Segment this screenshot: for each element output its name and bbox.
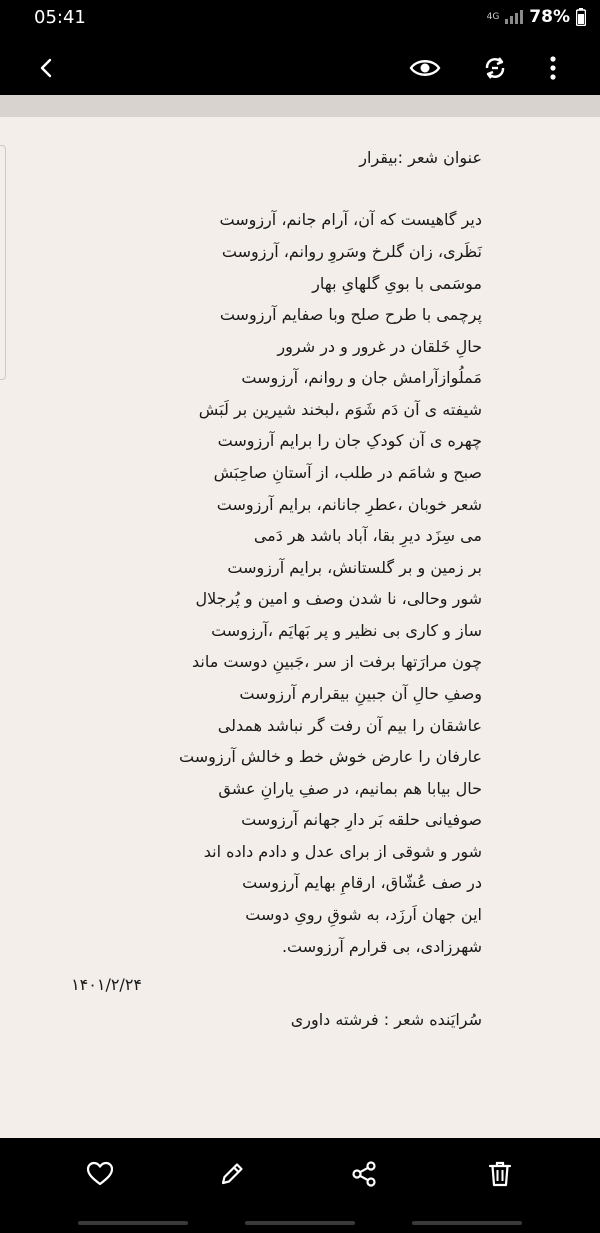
poem-line: عارفان را عارض خوش خط و خالش آرزوست [179,747,482,766]
nav-indicator [412,1221,522,1225]
network-type-label: 4G [486,11,500,22]
poem-line: در صف عُشّاق، ارقامِ بهایم آرزوست [242,873,482,892]
image-viewer: عنوان شعر :بیقرار دیر گاهیست که آن، آرام… [0,95,600,1138]
poem-line: دیر گاهیست که آن، آرام جانم، آرزوست [219,210,482,229]
poem-line: حالِ خَلقان در غرور و در شرور [277,337,482,356]
edit-pencil-icon [221,1163,243,1185]
status-bar: 05:41 4G 78% [0,0,600,40]
poem-line: این جهان اَرزَد، به شوقِ رویِ دوست [245,905,482,924]
poem-line: شور و شوقی از برای عدل و دادم داده اند [203,842,482,861]
favorite-button[interactable] [80,1154,120,1194]
poem-line: موسَمی با بویِ گلهایِ بهار [312,274,482,293]
poem-line: می سِزَد دیرِ بقا، آباد باشد هر دَمی [253,526,482,545]
trash-icon [488,1161,512,1187]
status-time: 05:41 [34,7,86,28]
top-app-bar [0,40,600,95]
poem-line: چهره ی آن کودکِ جان را برایم آرزوست [217,431,482,450]
share-icon [352,1161,376,1187]
bottom-action-bar [0,1138,600,1233]
poem-line: صبح و شامَم در طلب، از آستانِ صاحِبَش [213,463,482,482]
back-button[interactable] [30,51,64,85]
image-top-edge [0,95,600,117]
poem-line: چون مرارَتها برفت از سر ،جَبینِ دوست مان… [192,652,482,671]
battery-icon [576,8,586,26]
poem-author: سُرایَنده شعر : فرشته داوری [290,1010,482,1029]
rotate-icon [485,57,505,79]
more-options-button[interactable] [536,51,570,85]
signal-strength-icon [505,10,524,24]
poem-line: شور وحالی، نا شدن وصف و امین و پُرجلال [195,589,482,608]
poem-title: عنوان شعر :بیقرار [359,148,482,167]
poem-line: صوفیانی حلقه بَر دارِ جهانم آرزوست [241,810,482,829]
battery-percentage: 78% [529,7,570,27]
poem-line: نَظَری، زان گلرخ وسَروِ روانم، آرزوست [221,242,482,261]
poem-line: حال بیابا هم بمانیم، در صفِ یارانِ عشق [218,779,482,798]
edit-button[interactable] [212,1154,252,1194]
eye-icon [409,60,441,76]
poem-date: ۱۴۰۱/۲/۲۴ [71,975,142,994]
nav-indicator [245,1221,355,1225]
status-indicators: 4G 78% [487,7,586,27]
view-button[interactable] [408,51,442,85]
poem-line: وصفِ حالِ آن جبینِ بیقرارم آرزوست [239,684,482,703]
poem-line: بر زمین و بر گلستانش، برایم آرزوست [227,558,482,577]
poem-line: شیفته ی آن دَم شَوَم ،لبخند شیرین بر لَب… [198,400,482,419]
share-button[interactable] [344,1154,384,1194]
poem-line: ساز و کاری بی نظیر و پر بَهایَم ،آرزوست [211,621,482,640]
poem-line: پرچمی با طرح صلح وبا صفایم آرزوست [219,305,482,324]
back-arrow-icon [40,58,52,78]
delete-button[interactable] [480,1154,520,1194]
poem-line: شعر خوبان ،عطرِ جانانم، برایم آرزوست [216,495,482,514]
image-left-edge [0,145,6,380]
poem-line: شهرزادی، بی قرارم آرزوست. [281,937,482,956]
more-vert-icon [550,56,556,80]
poem-line: مَملُوازآرامش جان و روانم، آرزوست [241,368,482,387]
heart-icon [86,1161,114,1186]
nav-indicator [78,1221,188,1225]
rotate-button[interactable] [478,51,512,85]
poem-line: عاشقان را بیم آن رفت گر نباشد همدلی [217,716,482,735]
